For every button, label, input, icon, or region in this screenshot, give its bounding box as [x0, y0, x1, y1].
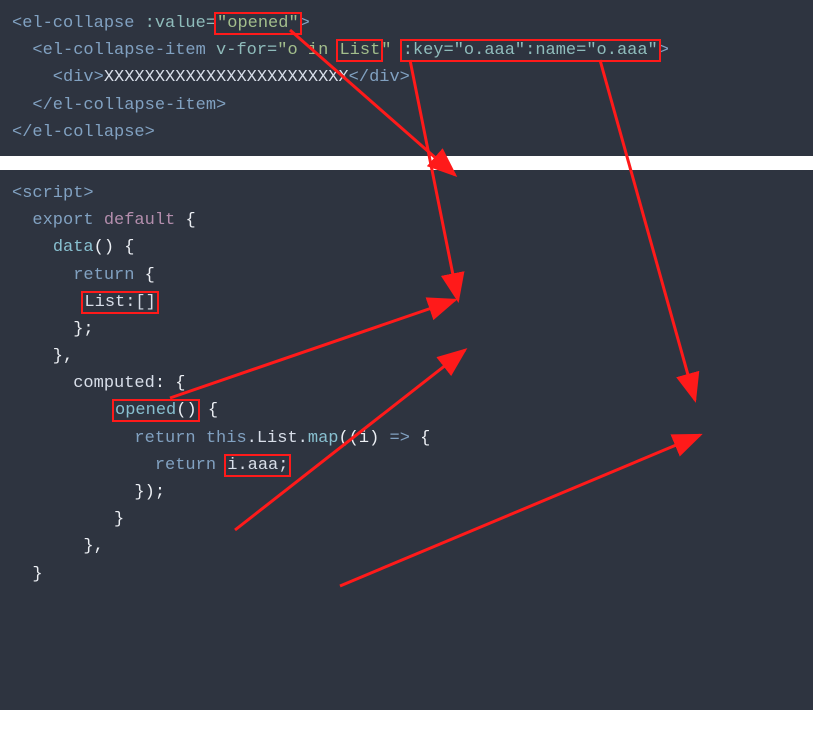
highlight-list-data: List:[] — [83, 293, 156, 312]
code-text: List — [339, 41, 380, 60]
code-text: > — [300, 14, 310, 33]
code-text: </el-collapse> — [12, 123, 155, 142]
code-text: map — [308, 429, 339, 448]
code-text: } — [12, 565, 43, 584]
code-text: }, — [12, 537, 104, 556]
code-text: }, — [12, 347, 73, 366]
code-text: " — [288, 14, 298, 33]
code-text: data — [53, 238, 94, 257]
code-text: } — [12, 510, 124, 529]
code-text: return — [12, 456, 226, 475]
code-text: () { — [94, 238, 135, 257]
code-text: <el-collapse-item — [12, 41, 216, 60]
code-text: { — [410, 429, 430, 448]
code-text: ((i) — [338, 429, 389, 448]
code-text: }; — [12, 320, 94, 339]
code-text: { — [198, 401, 218, 420]
code-text: default — [94, 211, 176, 230]
code-text: </el-collapse-item> — [12, 96, 226, 115]
code-text: opened — [227, 14, 288, 33]
code-text: i.aaa; — [227, 456, 288, 475]
code-text: :key="o.aaa":name="o.aaa" — [403, 41, 658, 60]
code-text: <script> — [12, 184, 94, 203]
code-text: { — [134, 266, 154, 285]
code-text: : { — [155, 374, 186, 393]
highlight-list-vfor: List — [338, 41, 381, 60]
code-text: <el-collapse — [12, 14, 145, 33]
code-text: opened — [115, 401, 176, 420]
code-text: "o in — [277, 41, 338, 60]
code-text: " — [217, 14, 227, 33]
code-text: { — [175, 211, 195, 230]
highlight-opened-computed: opened() — [114, 401, 198, 420]
code-text: () — [176, 401, 196, 420]
code-text — [12, 374, 73, 393]
code-text — [12, 238, 53, 257]
code-text: > — [659, 41, 669, 60]
code-text: :value= — [145, 14, 216, 33]
code-text: List:[] — [84, 293, 155, 312]
code-text: <div> — [12, 68, 104, 87]
highlight-i-aaa: i.aaa; — [226, 456, 289, 475]
code-text: return — [12, 266, 134, 285]
highlight-opened-value: "opened" — [216, 14, 300, 33]
code-text: " — [381, 41, 401, 60]
code-text: export — [12, 211, 94, 230]
code-block-template: <el-collapse :value="opened"> <el-collap… — [0, 0, 813, 156]
code-text — [12, 293, 83, 312]
code-text: XXXXXXXXXXXXXXXXXXXXXXXX — [104, 68, 349, 87]
code-text: this — [196, 429, 247, 448]
code-text: .List. — [247, 429, 308, 448]
code-text: computed — [73, 374, 155, 393]
code-text: return — [12, 429, 196, 448]
block-divider — [0, 156, 813, 170]
code-text: => — [390, 429, 410, 448]
highlight-key-name: :key="o.aaa":name="o.aaa" — [402, 41, 659, 60]
code-text — [12, 401, 114, 420]
code-text: </div> — [349, 68, 410, 87]
code-text: v-for= — [216, 41, 277, 60]
code-text: }); — [12, 483, 165, 502]
code-block-script: <script> export default { data() { retur… — [0, 170, 813, 710]
